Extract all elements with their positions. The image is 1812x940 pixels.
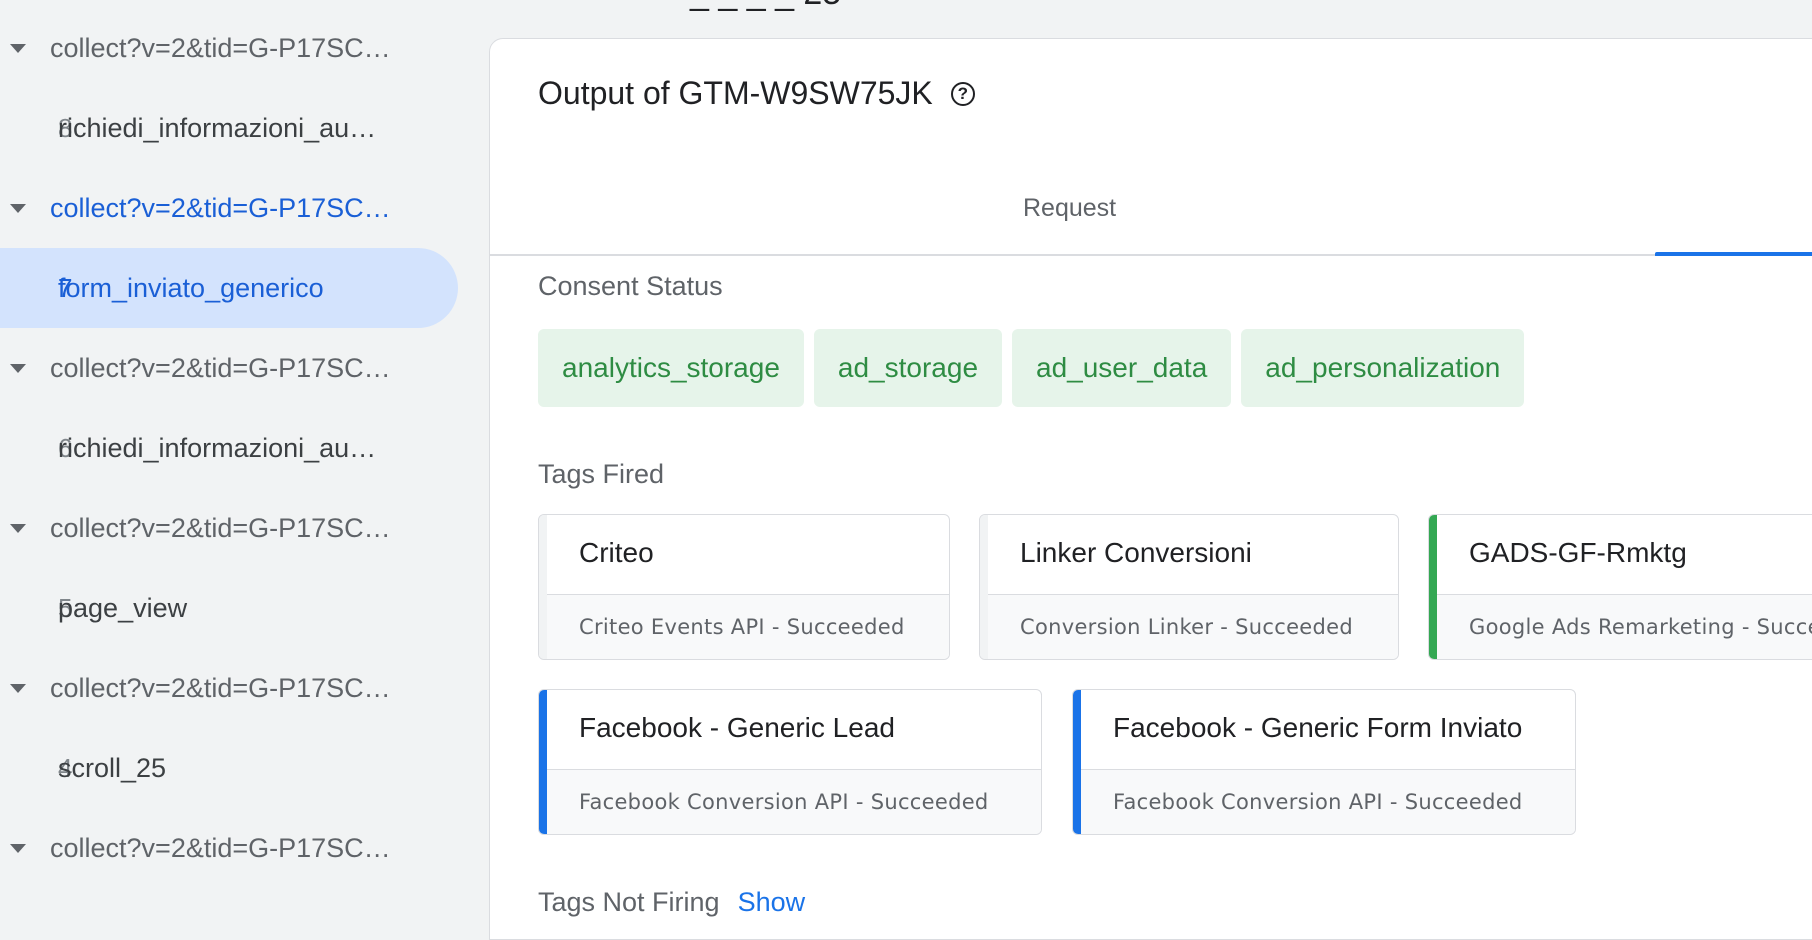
tags-fired-title: Tags Fired [538, 459, 665, 489]
active-tab-indicator [1655, 252, 1812, 256]
output-panel: Output of GTM-W9SW75JK ? Request Consent… [489, 38, 1812, 940]
tag-card[interactable]: Linker Conversioni Conversion Linker - S… [979, 514, 1399, 660]
tag-name: Linker Conversioni [1020, 537, 1252, 568]
caret-down-icon[interactable] [10, 43, 26, 53]
tab-bar: Request [490, 154, 1812, 256]
tag-status-bar [539, 515, 547, 659]
panel-title: Output of GTM-W9SW75JK ? [538, 75, 975, 112]
sidebar-event-item[interactable]: 8 richiedi_informazioni_au… [0, 88, 458, 168]
consent-status-title: Consent Status [538, 271, 723, 301]
tags-not-firing-label: Tags Not Firing [538, 887, 720, 917]
sidebar-event-item-selected[interactable]: 7 form_inviato_generico [0, 248, 458, 328]
request-group-label: collect?v=2&tid=G-P17SC… [50, 352, 391, 383]
event-label: form_inviato_generico [58, 272, 324, 303]
caret-down-icon[interactable] [10, 523, 26, 533]
panel-title-text: Output of GTM-W9SW75JK [538, 75, 933, 111]
sidebar-request-group[interactable]: collect?v=2&tid=G-P17SC… [0, 8, 458, 88]
sidebar-request-group[interactable]: collect?v=2&tid=G-P17SC… [0, 808, 458, 888]
sidebar-event-item[interactable]: 5 page_view [0, 568, 458, 648]
tag-status-bar [980, 515, 988, 659]
consent-chips: analytics_storage ad_storage ad_user_dat… [538, 329, 1525, 407]
help-circle-icon[interactable]: ? [950, 81, 975, 106]
consent-chip[interactable]: ad_storage [813, 329, 1003, 407]
tag-status: Facebook Conversion API - Succeeded [1081, 769, 1575, 834]
consent-chip[interactable]: ad_user_data [1012, 329, 1232, 407]
caret-down-icon[interactable] [10, 203, 26, 213]
page-heading-cutoff: _ _ _ _ 25 [690, 0, 841, 13]
tag-card[interactable]: Facebook - Generic Lead Facebook Convers… [538, 689, 1042, 835]
request-group-label: collect?v=2&tid=G-P17SC… [50, 32, 391, 63]
sidebar-request-group[interactable]: collect?v=2&tid=G-P17SC… [0, 328, 458, 408]
request-group-label: collect?v=2&tid=G-P17SC… [50, 672, 391, 703]
tag-card[interactable]: Facebook - Generic Form Inviato Facebook… [1072, 689, 1576, 835]
tag-status-bar [1073, 690, 1081, 834]
sidebar-event-item[interactable]: 6 richiedi_informazioni_au… [0, 408, 458, 488]
event-number: 4 [58, 752, 73, 783]
tag-card[interactable]: GADS-GF-Rmktg Google Ads Remarketing - S… [1428, 514, 1812, 660]
request-group-label: collect?v=2&tid=G-P17SC… [50, 832, 391, 863]
sidebar-event-item[interactable]: 4 scroll_25 [0, 728, 458, 808]
caret-down-icon[interactable] [10, 363, 26, 373]
show-link[interactable]: Show [738, 887, 806, 917]
sidebar-request-group[interactable]: collect?v=2&tid=G-P17SC… [0, 648, 458, 728]
event-number: 6 [58, 432, 73, 463]
event-sidebar: collect?v=2&tid=G-P17SC… 8 richiedi_info… [0, 0, 480, 896]
tag-name: Criteo [579, 537, 654, 568]
event-label: richiedi_informazioni_au… [58, 112, 377, 143]
event-number: 5 [58, 592, 73, 623]
consent-chip[interactable]: ad_personalization [1241, 329, 1525, 407]
caret-down-icon[interactable] [10, 683, 26, 693]
tab-request[interactable]: Request [1023, 194, 1116, 223]
tag-status: Criteo Events API - Succeeded [547, 594, 949, 659]
tag-name: Facebook - Generic Form Inviato [1113, 712, 1523, 743]
event-number: 7 [58, 272, 73, 303]
caret-down-icon[interactable] [10, 843, 26, 853]
tag-status-bar [539, 690, 547, 834]
event-label: scroll_25 [58, 752, 167, 783]
tag-status: Facebook Conversion API - Succeeded [547, 769, 1041, 834]
sidebar-request-group[interactable]: collect?v=2&tid=G-P17SC… [0, 488, 458, 568]
tag-card[interactable]: Criteo Criteo Events API - Succeeded [538, 514, 950, 660]
request-group-label: collect?v=2&tid=G-P17SC… [50, 512, 391, 543]
consent-chip[interactable]: analytics_storage [538, 329, 804, 407]
event-label: richiedi_informazioni_au… [58, 432, 377, 463]
sidebar-request-group-active[interactable]: collect?v=2&tid=G-P17SC… [0, 168, 458, 248]
tags-not-firing-title: Tags Not Firing Show [538, 887, 805, 918]
tag-status: Conversion Linker - Succeeded [988, 594, 1398, 659]
tag-status-bar [1429, 515, 1437, 659]
tag-name: Facebook - Generic Lead [579, 712, 895, 743]
request-group-label: collect?v=2&tid=G-P17SC… [50, 192, 391, 223]
event-number: 8 [58, 112, 73, 143]
event-label: page_view [58, 592, 188, 623]
tag-status: Google Ads Remarketing - Succeeded [1437, 594, 1812, 659]
tag-name: GADS-GF-Rmktg [1469, 537, 1687, 568]
